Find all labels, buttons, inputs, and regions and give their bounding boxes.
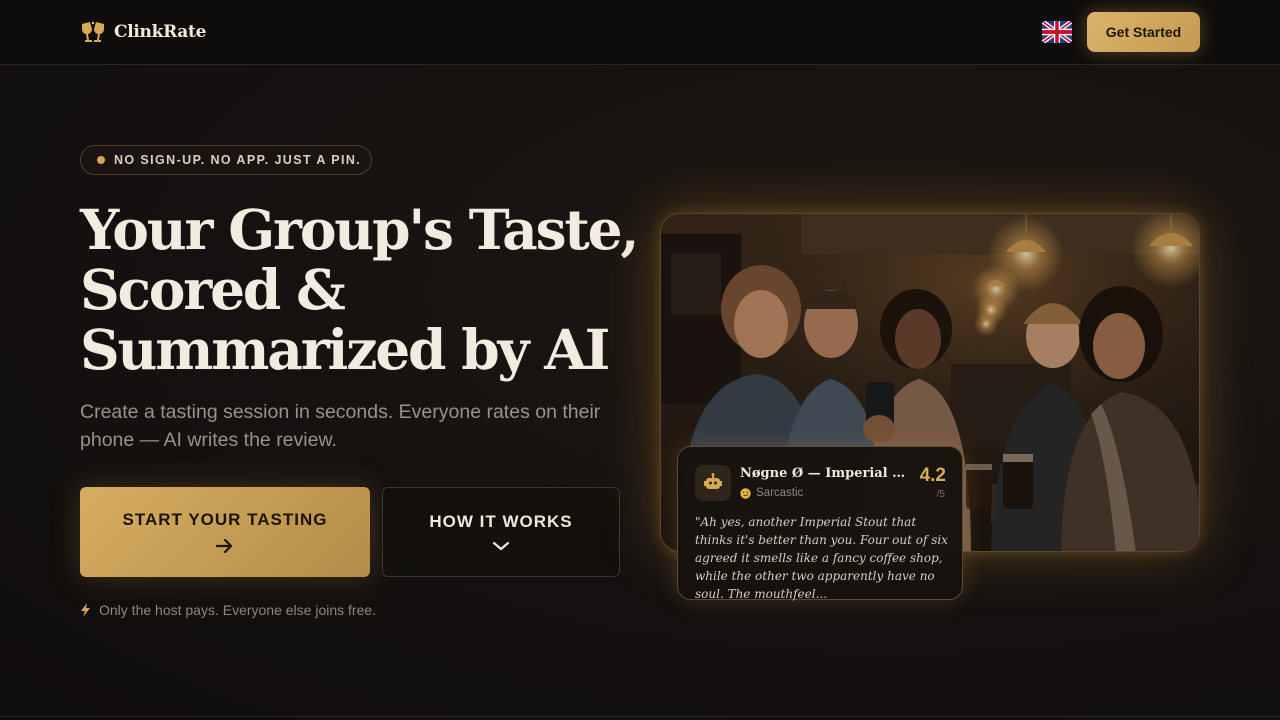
lightning-icon [81,603,90,617]
get-started-button[interactable]: Get Started [1087,12,1200,52]
language-selector[interactable] [1042,21,1072,43]
hero-subtitle: Create a tasting session in seconds. Eve… [80,401,601,451]
hero-title-line-2: Scored & [80,257,346,322]
score-max: /5 [936,489,945,500]
beer-name: Nøgne Ø — Imperial Stout [740,466,910,481]
host-pays-note: Only the host pays. Everyone else joins … [80,602,376,618]
how-it-works-button[interactable]: HOW IT WORKS [382,487,620,577]
review-mood: Sarcastic [740,487,803,499]
mood-label: Sarcastic [756,487,804,499]
hero-title: Your Group's Taste, Scored & Summarized … [80,200,640,380]
start-tasting-button[interactable]: START YOUR TASTING [80,487,370,577]
clinking-glasses-icon [82,21,104,42]
site-header: ClinkRate Get Started [0,0,1280,65]
hero-badge: NO SIGN-UP. NO APP. JUST A PIN. [80,145,372,175]
brand-name: ClinkRate [114,22,207,42]
arrow-right-icon [216,538,233,554]
review-score: 4.2 [919,465,946,486]
uk-flag-icon [1042,21,1072,43]
badge-dot [97,156,105,164]
how-it-works-label: HOW IT WORKS [429,512,573,531]
chevron-down-icon [492,541,510,551]
start-tasting-label: START YOUR TASTING [122,510,328,529]
note-text: Only the host pays. Everyone else joins … [99,602,377,618]
hero-title-line-3: Summarized by AI [80,317,610,382]
badge-text: NO SIGN-UP. NO APP. JUST A PIN. [114,153,362,167]
smirk-emoji-icon [740,487,751,499]
review-quote: "Ah yes, another Imperial Stout that thi… [695,515,948,601]
robot-avatar [695,465,731,501]
ai-review-card: Nøgne Ø — Imperial Stout Sarcastic 4.2 /… [677,446,963,601]
brand-logo[interactable]: ClinkRate [80,20,206,44]
section-divider [0,716,1280,717]
robot-icon [704,473,722,489]
hero-title-line-1: Your Group's Taste, [80,197,640,262]
